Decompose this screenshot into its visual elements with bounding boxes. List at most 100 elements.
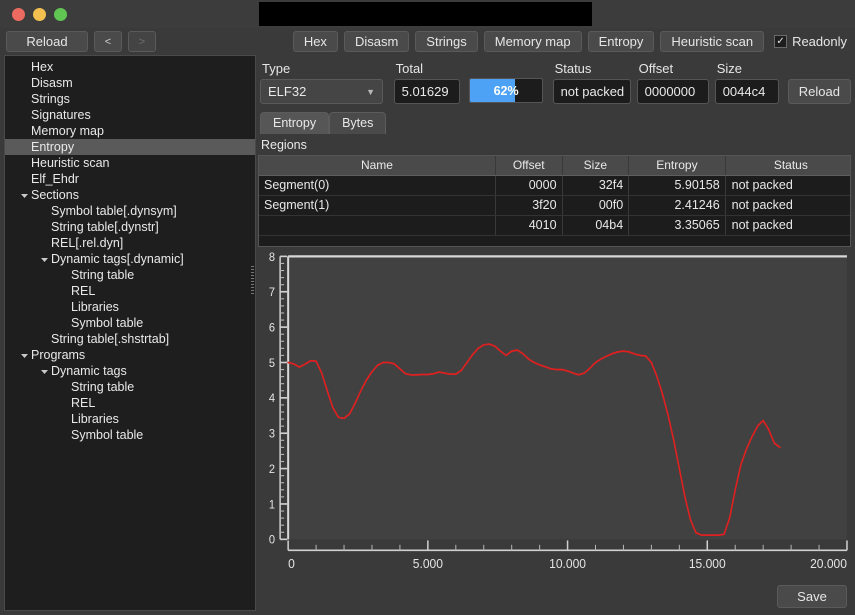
column-header-status[interactable]: Status bbox=[725, 156, 850, 176]
sidebar-item-label: Strings bbox=[31, 92, 70, 106]
column-header-size[interactable]: Size bbox=[562, 156, 630, 176]
sidebar-item-hex[interactable]: Hex bbox=[5, 59, 255, 75]
regions-table-container[interactable]: Name Offset Size Entropy Status Segment(… bbox=[258, 155, 851, 247]
cell-status: not packed bbox=[725, 215, 850, 236]
main-toolbar: Reload < > Hex Disasm Strings Memory map… bbox=[0, 28, 855, 55]
x-axis-tick-label: 5.000 bbox=[413, 556, 443, 571]
sidebar-item-label: REL[.rel.dyn] bbox=[51, 236, 124, 250]
save-button[interactable]: Save bbox=[777, 584, 847, 608]
sidebar-item-label: String table[.shstrtab] bbox=[51, 332, 170, 346]
size-input[interactable]: 0044c4 bbox=[714, 79, 779, 104]
sidebar-item-signatures[interactable]: Signatures bbox=[5, 107, 255, 123]
sidebar-item-string-table-shstrtab[interactable]: String table[.shstrtab] bbox=[5, 331, 255, 347]
chevron-down-icon[interactable] bbox=[17, 191, 31, 200]
total-value: 5.01629 bbox=[393, 79, 460, 104]
chevron-down-icon[interactable] bbox=[37, 255, 51, 264]
main-panel: Type ELF32 ▼ Total 5.01629 62% Status no… bbox=[256, 55, 855, 615]
entropy-chart-svg: 0 1 2 3 4 5 6 7 8 0 5.000 10.000 15.000 20.000 bbox=[269, 252, 848, 571]
tab-heuristic-scan[interactable]: Heuristic scan bbox=[660, 31, 765, 52]
cell-status: not packed bbox=[725, 175, 850, 196]
sidebar-item-string-table-dynstr[interactable]: String table[.dynstr] bbox=[5, 219, 255, 235]
sidebar-item-memory-map[interactable]: Memory map bbox=[5, 123, 255, 139]
view-tab-buttons: Hex Disasm Strings Memory map Entropy He… bbox=[292, 31, 765, 52]
panel-tabstrip: Entropy Bytes bbox=[258, 110, 851, 134]
splitter-grip-icon bbox=[251, 266, 254, 296]
total-field-group: Total 5.01629 bbox=[393, 61, 460, 104]
sidebar-item-rel[interactable]: REL bbox=[5, 395, 255, 411]
sidebar-item-label: Sections bbox=[31, 188, 79, 202]
sidebar-item-entropy[interactable]: Entropy bbox=[5, 139, 255, 155]
sidebar-item-heuristic-scan[interactable]: Heuristic scan bbox=[5, 155, 255, 171]
offset-input[interactable]: 0000000 bbox=[636, 79, 709, 104]
sidebar-item-label: Programs bbox=[31, 348, 86, 362]
readonly-checkbox[interactable]: ✓ Readonly bbox=[774, 34, 849, 49]
table-header-row: Name Offset Size Entropy Status bbox=[259, 156, 850, 176]
table-row[interactable]: Segment(0) 0000 32f4 5.90158 not packed bbox=[259, 175, 850, 196]
sidebar-item-strings[interactable]: Strings bbox=[5, 91, 255, 107]
y-axis-tick-label: 4 bbox=[269, 393, 276, 406]
sidebar-item-label: String table bbox=[71, 268, 135, 282]
sidebar-item-label: String table[.dynstr] bbox=[51, 220, 159, 234]
type-value: ELF32 bbox=[268, 84, 307, 99]
chevron-down-icon[interactable] bbox=[17, 351, 31, 360]
navigation-tree[interactable]: Hex Disasm Strings Signatures Memory map Entr… bbox=[4, 55, 256, 611]
chevron-down-icon[interactable] bbox=[37, 367, 51, 376]
x-axis-tick-label: 15.000 bbox=[689, 556, 726, 571]
type-select[interactable]: ELF32 ▼ bbox=[260, 79, 383, 104]
offset-field-group: Offset 0000000 bbox=[636, 61, 709, 104]
sidebar-item-string-table[interactable]: String table bbox=[5, 267, 255, 283]
reload-button[interactable]: Reload bbox=[6, 31, 88, 52]
close-window-button[interactable] bbox=[12, 7, 25, 21]
cell-size: 04b4 bbox=[562, 215, 630, 236]
checkmark-icon: ✓ bbox=[774, 35, 788, 48]
tab-strings[interactable]: Strings bbox=[415, 31, 478, 52]
window-title bbox=[259, 2, 592, 26]
type-field-group: Type ELF32 ▼ bbox=[260, 61, 383, 104]
maximize-window-button[interactable] bbox=[54, 7, 67, 21]
y-axis-tick-label: 8 bbox=[269, 252, 275, 264]
sidebar-item-libraries[interactable]: Libraries bbox=[5, 411, 255, 427]
sidebar-item-rel[interactable]: REL bbox=[5, 283, 255, 299]
sidebar-item-disasm[interactable]: Disasm bbox=[5, 75, 255, 91]
minimize-window-button[interactable] bbox=[33, 7, 46, 21]
x-axis-tick-label: 20.000 bbox=[810, 556, 847, 571]
cell-entropy: 3.35065 bbox=[628, 215, 726, 236]
sidebar-item-label: Elf_Ehdr bbox=[31, 172, 79, 186]
column-header-name[interactable]: Name bbox=[259, 156, 496, 176]
sidebar-item-label: Libraries bbox=[71, 300, 119, 314]
sidebar-item-programs[interactable]: Programs bbox=[5, 347, 255, 363]
entropy-chart[interactable]: 0 1 2 3 4 5 6 7 8 0 5.000 10.000 15.000 20.000 bbox=[258, 252, 851, 581]
table-row[interactable]: Segment(1) 3f20 00f0 2.41246 not packed bbox=[259, 195, 850, 216]
table-header: Name Offset Size Entropy Status bbox=[259, 156, 850, 176]
tab-memory-map[interactable]: Memory map bbox=[483, 31, 582, 52]
sidebar-item-label: Libraries bbox=[71, 412, 119, 426]
sidebar-item-symbol-table-dynsym[interactable]: Symbol table[.dynsym] bbox=[5, 203, 255, 219]
sidebar-item-dynamic-tags-dynamic[interactable]: Dynamic tags[.dynamic] bbox=[5, 251, 255, 267]
sidebar-item-elf-ehdr[interactable]: Elf_Ehdr bbox=[5, 171, 255, 187]
sidebar-item-string-table[interactable]: String table bbox=[5, 379, 255, 395]
tab-disasm[interactable]: Disasm bbox=[343, 31, 410, 52]
tab-hex[interactable]: Hex bbox=[292, 31, 338, 52]
sidebar-item-symbol-table[interactable]: Symbol table bbox=[5, 427, 255, 443]
sidebar-item-symbol-table[interactable]: Symbol table bbox=[5, 315, 255, 331]
panel-tab-bytes[interactable]: Bytes bbox=[329, 112, 387, 134]
status-field-group: Status not packed bbox=[552, 61, 631, 104]
sidebar-item-label: Dynamic tags[.dynamic] bbox=[51, 252, 184, 266]
column-header-offset[interactable]: Offset bbox=[495, 156, 563, 176]
panel-tab-entropy[interactable]: Entropy bbox=[260, 112, 330, 134]
sidebar-item-dynamic-tags[interactable]: Dynamic tags bbox=[5, 363, 255, 379]
sidebar-item-label: Memory map bbox=[31, 124, 104, 138]
back-button[interactable]: < bbox=[94, 31, 122, 52]
entropy-progress-bar: 62% bbox=[468, 78, 544, 103]
tab-entropy[interactable]: Entropy bbox=[587, 31, 655, 52]
type-label: Type bbox=[262, 61, 291, 76]
sidebar-splitter[interactable] bbox=[251, 56, 255, 610]
forward-button[interactable]: > bbox=[128, 31, 156, 52]
title-bar bbox=[0, 0, 855, 28]
sidebar-item-libraries[interactable]: Libraries bbox=[5, 299, 255, 315]
sidebar-item-rel-rel-dyn[interactable]: REL[.rel.dyn] bbox=[5, 235, 255, 251]
column-header-entropy[interactable]: Entropy bbox=[628, 156, 726, 176]
table-row[interactable]: 4010 04b4 3.35065 not packed bbox=[259, 215, 850, 236]
sidebar-item-sections[interactable]: Sections bbox=[5, 187, 255, 203]
reload-entropy-button[interactable]: Reload bbox=[787, 79, 851, 104]
